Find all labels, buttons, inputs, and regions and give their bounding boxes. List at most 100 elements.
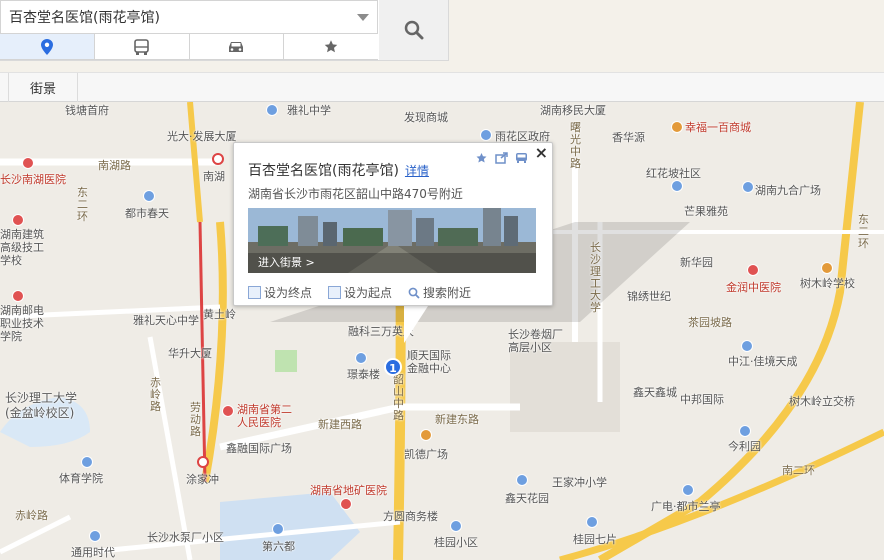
map-label: 锦绣世纪 (627, 290, 671, 303)
poi-marker[interactable] (355, 352, 367, 364)
place-name: 百杏堂名医馆(雨花亭馆) (248, 163, 399, 179)
tab-location[interactable] (0, 34, 95, 60)
map-label: 中江·佳境天成 (728, 355, 798, 368)
poi-marker[interactable] (739, 425, 751, 437)
map-label: 桂园小区 (434, 536, 478, 549)
set-destination-button[interactable]: 设为终点 (248, 284, 312, 301)
route-mode-tabs (0, 34, 378, 60)
share-icon[interactable] (495, 152, 508, 164)
map-label: 黄土岭 (203, 308, 236, 321)
map-label: 方圆商务楼 (383, 510, 438, 523)
search-nearby-button[interactable]: 搜索附近 (408, 284, 471, 301)
map-label: 新华园 (680, 256, 713, 269)
map-label: 通用时代 (71, 546, 115, 559)
close-icon[interactable]: × (535, 143, 548, 162)
map-label: 长沙卷烟厂高层小区 (508, 328, 563, 354)
poi-marker[interactable] (12, 290, 24, 302)
result-marker[interactable]: 1 (384, 358, 402, 376)
destination-icon (248, 286, 261, 299)
poi-marker[interactable] (266, 104, 278, 116)
map-label: 红花坡社区 (646, 167, 701, 180)
poi-marker[interactable] (89, 530, 101, 542)
poi-marker[interactable] (821, 262, 833, 274)
origin-icon (328, 286, 342, 299)
poi-marker[interactable] (747, 264, 759, 276)
map-label: 光大·发展大厦 (167, 130, 237, 143)
map-label: 赤岭路 (15, 509, 48, 522)
poi-marker[interactable] (272, 523, 284, 535)
map-label: 中邦国际 (680, 393, 724, 406)
map-label: 发现商城 (404, 111, 448, 124)
map-label: 东二环 (77, 186, 88, 223)
map-label: 赤岭路 (150, 376, 161, 413)
dropdown-caret-icon[interactable] (357, 14, 369, 21)
campus-block (510, 342, 620, 432)
search-icon (404, 20, 423, 40)
streetview-thumbnail[interactable]: 进入街景 > (248, 208, 536, 273)
tab-bus[interactable] (94, 34, 190, 60)
map-label: 雅礼天心中学 (133, 314, 199, 327)
green-area (275, 350, 297, 372)
tab-favorites[interactable] (284, 34, 378, 60)
poi-marker[interactable] (586, 516, 598, 528)
poi-marker[interactable] (222, 405, 234, 417)
poi-marker[interactable] (741, 340, 753, 352)
place-address: 湖南省长沙市雨花区韶山中路470号附近 (248, 187, 463, 201)
map-label: 钱塘首府 (65, 104, 109, 117)
poi-marker[interactable] (420, 429, 432, 441)
map-label: 新建西路 (318, 418, 362, 431)
map-label: 涂家冲 (186, 473, 219, 486)
poi-marker[interactable] (671, 121, 683, 133)
map-label: 雅礼中学 (287, 104, 331, 117)
map-label: 茶园坡路 (688, 316, 732, 329)
poi-marker[interactable] (340, 498, 352, 510)
map-label: 顺天国际金融中心 (407, 349, 451, 375)
map-label: 凯德广场 (404, 448, 448, 461)
star-icon (324, 40, 338, 53)
poi-marker[interactable] (143, 190, 155, 202)
search-button[interactable] (379, 0, 448, 60)
poi-marker[interactable] (516, 474, 528, 486)
map-label: 湖南邮电职业技术学院 (0, 304, 44, 343)
bus-icon (134, 38, 149, 55)
map-label: 第六都 (262, 540, 295, 553)
poi-marker[interactable] (671, 180, 683, 192)
map-label: 都市春天 (125, 207, 169, 220)
map-label: 长沙水泵厂小区 (147, 531, 224, 544)
map-label: 湖南省第二人民医院 (237, 403, 292, 429)
map-label: 劳动路 (190, 401, 201, 438)
poi-marker[interactable] (450, 520, 462, 532)
bus-route-icon[interactable] (515, 152, 528, 164)
search-panel (0, 0, 449, 61)
map-label: 桂园七片 (573, 533, 617, 546)
search-input-box[interactable] (0, 0, 378, 34)
poi-marker[interactable] (12, 214, 24, 226)
streetview-button[interactable]: 街景 (8, 73, 78, 102)
poi-marker[interactable] (480, 129, 492, 141)
popup-actions: 设为终点 设为起点 搜索附近 (248, 284, 471, 301)
map-label: 幸福一百商城 (685, 121, 751, 134)
map-label: 体育学院 (59, 472, 103, 485)
set-destination-label: 设为终点 (264, 286, 313, 300)
enter-streetview-label[interactable]: 进入街景 > (258, 254, 315, 270)
map-label: 新建东路 (435, 413, 479, 426)
set-origin-button[interactable]: 设为起点 (328, 284, 392, 301)
map-label: 芒果雅苑 (684, 205, 728, 218)
map-label: (金盆岭校区) (5, 406, 75, 420)
popup-title: 百杏堂名医馆(雨花亭馆) 详情 (248, 160, 429, 180)
map-label: 鑫天鑫城 (633, 386, 677, 399)
poi-marker[interactable] (81, 456, 93, 468)
map-label: 香华源 (612, 131, 645, 144)
map-label: 东二环 (858, 213, 869, 250)
popup-pointer (404, 303, 430, 343)
detail-link[interactable]: 详情 (405, 164, 429, 178)
poi-marker[interactable] (22, 157, 34, 169)
map-label: 金润中医院 (726, 281, 781, 294)
search-input[interactable] (1, 1, 339, 33)
poi-marker[interactable] (682, 484, 694, 496)
tab-car[interactable] (189, 34, 285, 60)
favorite-icon[interactable] (475, 152, 488, 164)
map-label: 湖南省地矿医院 (310, 484, 387, 497)
map-label: 树木岭学校 (800, 277, 855, 290)
poi-marker[interactable] (742, 181, 754, 193)
